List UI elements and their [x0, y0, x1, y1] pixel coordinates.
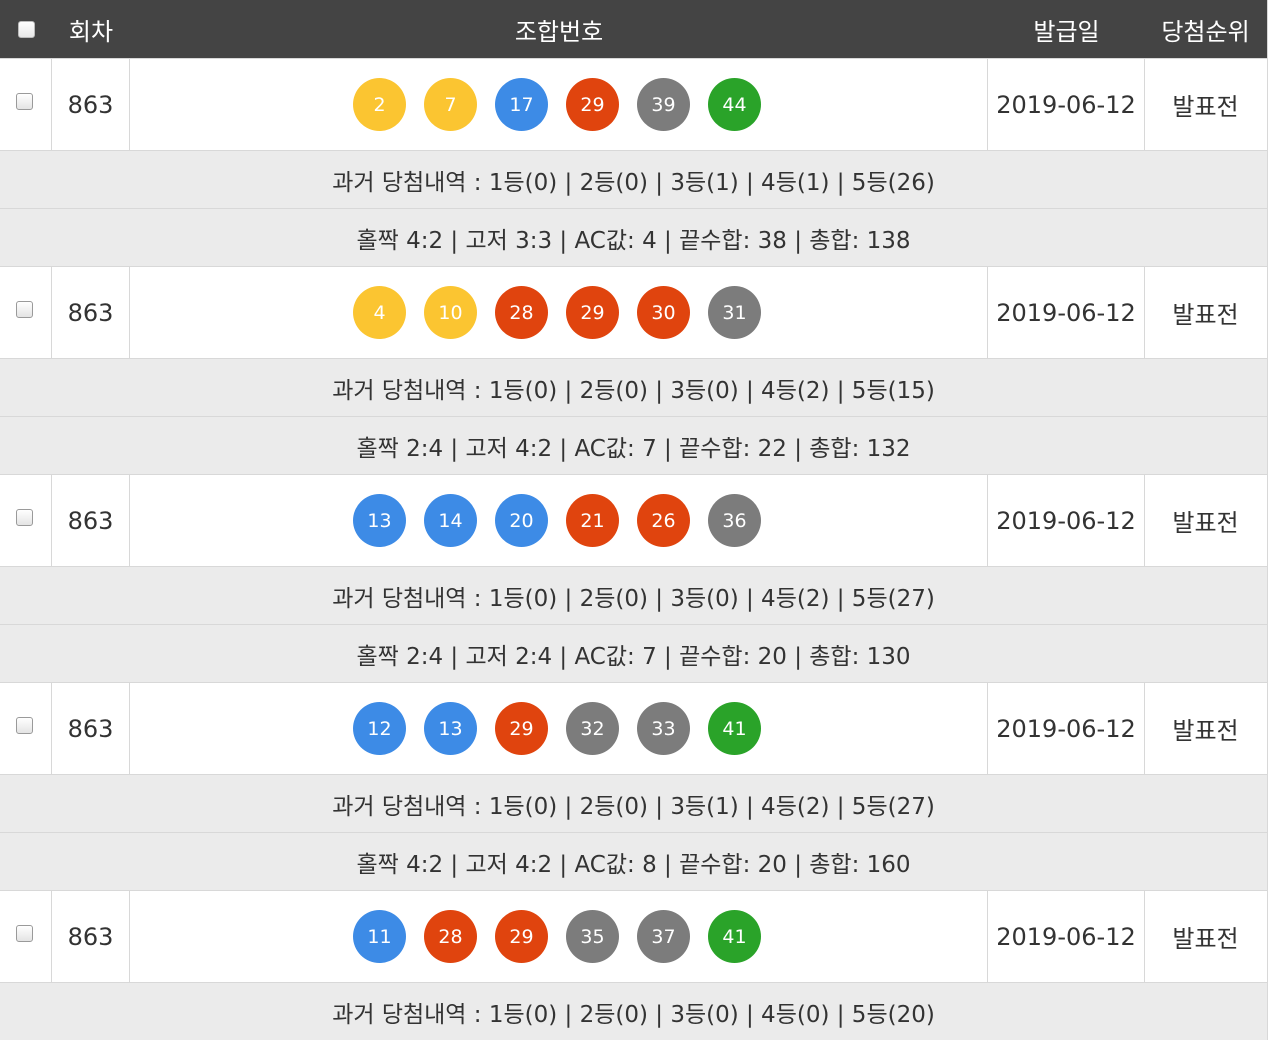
- table-row: 863 12 13 29 32 33 41 2019-06-12 발표전: [0, 682, 1267, 774]
- select-all-checkbox[interactable]: [17, 20, 35, 38]
- lotto-ball: 29: [495, 910, 548, 963]
- lotto-ball: 36: [708, 494, 761, 547]
- winning-rank: 발표전: [1172, 509, 1239, 537]
- lotto-ball: 30: [637, 286, 690, 339]
- lotto-ball: 2: [353, 78, 406, 131]
- row-checkbox[interactable]: [16, 509, 33, 526]
- lotto-ball: 14: [424, 494, 477, 547]
- lotto-ball: 35: [566, 910, 619, 963]
- issue-date: 2019-06-12: [988, 59, 1145, 150]
- lotto-ball: 41: [708, 702, 761, 755]
- lotto-ball: 28: [424, 910, 477, 963]
- lotto-ball: 4: [353, 286, 406, 339]
- combination-numbers: 12 13 29 32 33 41: [130, 683, 988, 774]
- lotto-ball: 32: [566, 702, 619, 755]
- lotto-ball: 44: [708, 78, 761, 131]
- issue-date: 2019-06-12: [988, 475, 1145, 566]
- combination-stats: 홀짝 4:2 | 고저 3:3 | AC값: 4 | 끝수합: 38 | 총합:…: [0, 208, 1267, 266]
- row-checkbox[interactable]: [16, 717, 33, 734]
- combination-numbers: 11 28 29 35 37 41: [130, 891, 988, 982]
- row-checkbox[interactable]: [16, 925, 33, 942]
- lotto-ball: 10: [424, 286, 477, 339]
- round-number: 863: [52, 891, 130, 982]
- lotto-ball: 20: [495, 494, 548, 547]
- table-header: 회차 조합번호 발급일 당첨순위: [0, 0, 1267, 58]
- lotto-ball: 13: [353, 494, 406, 547]
- lotto-ball: 31: [708, 286, 761, 339]
- lotto-ball: 37: [637, 910, 690, 963]
- issue-date: 2019-06-12: [988, 267, 1145, 358]
- past-winning-history: 과거 당첨내역 : 1등(0) | 2등(0) | 3등(0) | 4등(2) …: [0, 566, 1267, 624]
- issue-date: 2019-06-12: [988, 683, 1145, 774]
- ball-group: 13 14 20 21 26 36: [353, 494, 761, 547]
- table-row: 863 2 7 17 29 39 44 2019-06-12 발표전: [0, 58, 1267, 150]
- table-body: 863 2 7 17 29 39 44 2019-06-12 발표전 과거 당첨내역 : 1등(0…: [0, 58, 1267, 1040]
- winning-rank: 발표전: [1172, 925, 1239, 953]
- round-number: 863: [52, 267, 130, 358]
- header-issue-date: 발급일: [1033, 17, 1100, 46]
- lotto-ball: 29: [495, 702, 548, 755]
- combination-stats: 홀짝 4:2 | 고저 4:2 | AC값: 8 | 끝수합: 20 | 총합:…: [0, 832, 1267, 890]
- row-checkbox-cell: [0, 59, 52, 150]
- issue-date: 2019-06-12: [988, 891, 1145, 982]
- round-number: 863: [52, 683, 130, 774]
- row-checkbox-cell: [0, 683, 52, 774]
- row-checkbox-cell: [0, 475, 52, 566]
- lotto-ball: 33: [637, 702, 690, 755]
- table-row: 863 13 14 20 21 26 36 2019-06-12 발표전: [0, 474, 1267, 566]
- ball-group: 4 10 28 29 30 31: [353, 286, 761, 339]
- header-rank: 당첨순위: [1161, 17, 1250, 46]
- table-row: 863 4 10 28 29 30 31 2019-06-12 발표전: [0, 266, 1267, 358]
- row-checkbox[interactable]: [16, 301, 33, 318]
- combination-numbers: 2 7 17 29 39 44: [130, 59, 988, 150]
- lotto-ball: 21: [566, 494, 619, 547]
- winning-rank: 발표전: [1172, 717, 1239, 745]
- lotto-ball: 13: [424, 702, 477, 755]
- lotto-ball: 29: [566, 286, 619, 339]
- row-checkbox-cell: [0, 267, 52, 358]
- lotto-ball: 28: [495, 286, 548, 339]
- ball-group: 12 13 29 32 33 41: [353, 702, 761, 755]
- round-number: 863: [52, 59, 130, 150]
- combination-numbers: 13 14 20 21 26 36: [130, 475, 988, 566]
- winning-rank: 발표전: [1172, 301, 1239, 329]
- table-row: 863 11 28 29 35 37 41 2019-06-12 발표전: [0, 890, 1267, 982]
- past-winning-history: 과거 당첨내역 : 1등(0) | 2등(0) | 3등(1) | 4등(2) …: [0, 774, 1267, 832]
- combination-numbers: 4 10 28 29 30 31: [130, 267, 988, 358]
- lotto-ball: 26: [637, 494, 690, 547]
- ball-group: 11 28 29 35 37 41: [353, 910, 761, 963]
- past-winning-history: 과거 당첨내역 : 1등(0) | 2등(0) | 3등(0) | 4등(0) …: [0, 982, 1267, 1040]
- header-round: 회차: [68, 17, 114, 46]
- lotto-ball: 11: [353, 910, 406, 963]
- lotto-ball: 12: [353, 702, 406, 755]
- ball-group: 2 7 17 29 39 44: [353, 78, 761, 131]
- round-number: 863: [52, 475, 130, 566]
- past-winning-history: 과거 당첨내역 : 1등(0) | 2등(0) | 3등(0) | 4등(2) …: [0, 358, 1267, 416]
- winning-rank: 발표전: [1172, 93, 1239, 121]
- lotto-ball: 17: [495, 78, 548, 131]
- lotto-ball: 29: [566, 78, 619, 131]
- lotto-ball: 7: [424, 78, 477, 131]
- header-combination: 조합번호: [514, 17, 604, 46]
- header-checkbox-cell: [0, 0, 52, 58]
- past-winning-history: 과거 당첨내역 : 1등(0) | 2등(0) | 3등(1) | 4등(1) …: [0, 150, 1267, 208]
- combination-stats: 홀짝 2:4 | 고저 4:2 | AC값: 7 | 끝수합: 22 | 총합:…: [0, 416, 1267, 474]
- row-checkbox[interactable]: [16, 93, 33, 110]
- lotto-ball: 39: [637, 78, 690, 131]
- lotto-ball: 41: [708, 910, 761, 963]
- combination-stats: 홀짝 2:4 | 고저 2:4 | AC값: 7 | 끝수합: 20 | 총합:…: [0, 624, 1267, 682]
- lotto-combination-table: 회차 조합번호 발급일 당첨순위 863 2 7 17 29 39 44 2019-06-12…: [0, 0, 1268, 1040]
- row-checkbox-cell: [0, 891, 52, 982]
